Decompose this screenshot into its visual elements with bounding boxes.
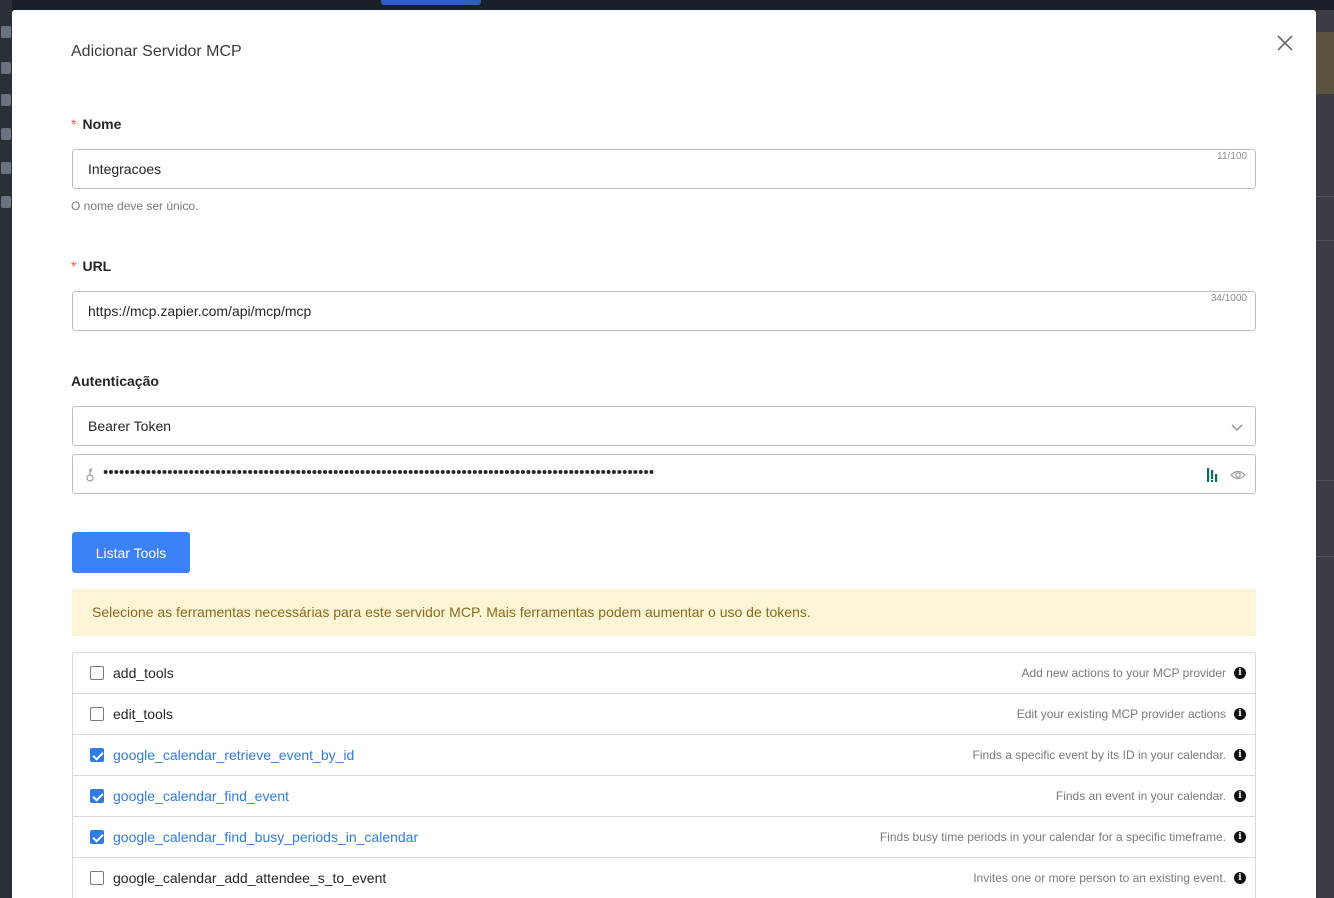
tool-description: Add new actions to your MCP provider (1021, 666, 1226, 680)
tool-checkbox[interactable] (90, 830, 104, 844)
tool-checkbox[interactable] (90, 871, 104, 885)
background-content (1316, 10, 1334, 898)
tool-description: Finds busy time periods in your calendar… (879, 830, 1226, 844)
tool-checkbox[interactable] (90, 707, 104, 721)
info-icon[interactable]: i (1234, 749, 1246, 761)
tool-name[interactable]: edit_tools (113, 706, 173, 722)
info-icon[interactable]: i (1234, 872, 1246, 884)
layers-icon (1, 162, 11, 174)
tools-warning-alert: Selecione as ferramentas necessárias par… (72, 589, 1256, 636)
bearer-token-value: ••••••••••••••••••••••••••••••••••••••••… (103, 464, 655, 481)
tool-row: google_calendar_find_busy_periods_in_cal… (73, 817, 1255, 858)
info-icon[interactable]: i (1234, 790, 1246, 802)
name-help-text: O nome deve ser único. (71, 199, 199, 213)
tool-checkbox[interactable] (90, 666, 104, 680)
info-icon[interactable]: i (1234, 708, 1246, 720)
close-button[interactable] (1274, 32, 1296, 54)
chevron-down-icon (1231, 424, 1243, 431)
background-active-tab (381, 0, 481, 5)
tool-name[interactable]: google_calendar_add_attendee_s_to_event (113, 870, 386, 886)
tool-name[interactable]: google_calendar_retrieve_event_by_id (113, 747, 354, 763)
required-mark: * (71, 258, 77, 274)
add-mcp-server-modal: Adicionar Servidor MCP * Nome Integracoes… (12, 10, 1316, 898)
url-input-value: https://mcp.zapier.com/api/mcp/mcp (88, 303, 312, 319)
name-input-value: Integracoes (88, 161, 162, 177)
background-divider (1316, 480, 1334, 481)
background-notice (1316, 32, 1334, 94)
info-icon[interactable]: i (1234, 831, 1246, 843)
auth-label: Autenticação (71, 373, 159, 389)
tool-checkbox[interactable] (90, 748, 104, 762)
background-divider (1316, 240, 1334, 241)
tool-description: Edit your existing MCP provider actions (1016, 707, 1226, 721)
tool-name[interactable]: google_calendar_find_event (113, 788, 289, 804)
bearer-token-input[interactable]: ••••••••••••••••••••••••••••••••••••••••… (72, 454, 1256, 494)
tool-checkbox[interactable] (90, 789, 104, 803)
close-icon (1277, 35, 1293, 51)
tool-description: Invites one or more person to an existin… (973, 871, 1226, 885)
tool-row: google_calendar_retrieve_event_by_id Fin… (73, 735, 1255, 776)
tool-name[interactable]: add_tools (113, 665, 174, 681)
password-manager-icon[interactable] (1207, 467, 1219, 483)
info-icon[interactable]: i (1234, 667, 1246, 679)
background-divider (1316, 556, 1334, 557)
list-tools-button[interactable]: Listar Tools (72, 532, 190, 573)
key-icon (86, 468, 94, 482)
tool-description: Finds an event in your calendar. (1055, 789, 1226, 803)
wand-icon (1, 94, 11, 106)
tool-description: Finds a specific event by its ID in your… (972, 748, 1226, 762)
tool-row: edit_tools Edit your existing MCP provid… (73, 694, 1255, 735)
auth-type-select[interactable]: Bearer Token (72, 406, 1256, 446)
eye-icon (1230, 470, 1246, 480)
name-char-counter: 11/100 (1217, 151, 1247, 162)
name-label: * Nome (71, 116, 122, 132)
bar-chart-icon (1, 196, 11, 208)
name-input[interactable]: Integracoes 11/100 (72, 149, 1256, 189)
modal-title: Adicionar Servidor MCP (71, 43, 242, 60)
clipboard-icon (1, 128, 11, 140)
tool-row: google_calendar_add_attendee_s_to_event … (73, 858, 1255, 898)
url-input[interactable]: https://mcp.zapier.com/api/mcp/mcp 34/10… (72, 291, 1256, 331)
url-char-counter: 34/1000 (1210, 293, 1247, 304)
alert-text: Selecione as ferramentas necessárias par… (92, 604, 811, 620)
puzzle-icon (1, 62, 11, 74)
tool-row: google_calendar_find_event Finds an even… (73, 776, 1255, 817)
tool-name[interactable]: google_calendar_find_busy_periods_in_cal… (113, 829, 418, 845)
background-divider (1316, 196, 1334, 197)
tool-row: add_tools Add new actions to your MCP pr… (73, 653, 1255, 694)
url-label: * URL (71, 258, 112, 274)
background-sidebar (0, 0, 12, 898)
user-icon (1, 26, 11, 38)
required-mark: * (71, 116, 77, 132)
tools-list: add_tools Add new actions to your MCP pr… (72, 652, 1256, 898)
auth-type-value: Bearer Token (88, 418, 172, 434)
